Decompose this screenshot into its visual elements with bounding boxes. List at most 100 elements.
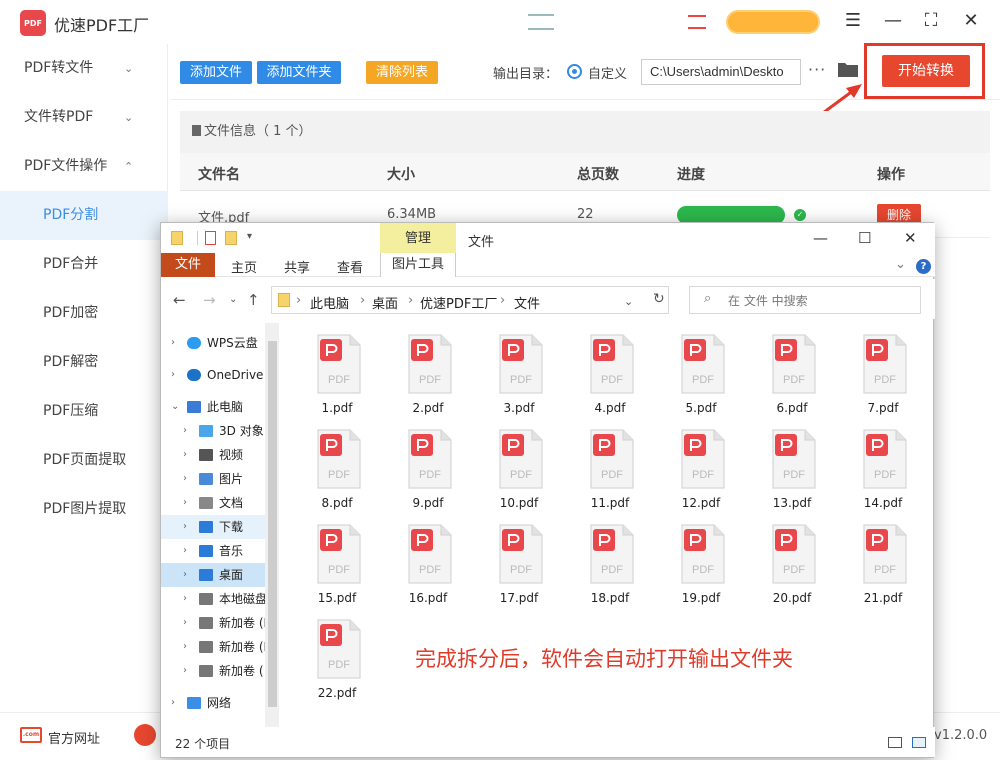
refresh-icon[interactable]: ↻	[653, 291, 665, 307]
website-icon[interactable]: .com	[20, 727, 42, 743]
tree-item[interactable]: ⌄ 此电脑	[161, 395, 277, 419]
file-item[interactable]: PDF 18.pdf	[570, 517, 650, 609]
minimize-icon[interactable]: —	[882, 10, 904, 32]
search-input[interactable]: ⌕ 在 文件 中搜索	[689, 286, 921, 314]
chevron-right-icon[interactable]: ›	[183, 491, 187, 515]
sidebar-item-pdf-merge[interactable]: PDF合并	[0, 240, 168, 289]
tab-view[interactable]: 查看	[337, 257, 363, 276]
file-item[interactable]: PDF 19.pdf	[661, 517, 741, 609]
start-convert-button[interactable]: 开始转换	[882, 55, 970, 87]
chevron-right-icon[interactable]: ›	[171, 363, 175, 387]
tree-item[interactable]: › OneDrive	[161, 363, 277, 387]
breadcrumb-item[interactable]: 优速PDF工厂	[420, 293, 497, 312]
add-file-button[interactable]: 添加文件	[180, 61, 252, 84]
file-item[interactable]: PDF 21.pdf	[843, 517, 923, 609]
file-item[interactable]: PDF 5.pdf	[661, 327, 741, 419]
tab-file[interactable]: 文件	[161, 253, 215, 277]
sidebar-item-pdf-operations[interactable]: PDF文件操作 ⌃	[0, 142, 168, 191]
sidebar-item-pdf-encrypt[interactable]: PDF加密	[0, 289, 168, 338]
tab-share[interactable]: 共享	[284, 257, 310, 276]
file-item[interactable]: PDF 12.pdf	[661, 422, 741, 514]
chevron-right-icon[interactable]: ›	[183, 515, 187, 539]
maximize-icon[interactable]: ⛶	[920, 10, 942, 32]
back-arrow-icon[interactable]: ←	[173, 291, 186, 309]
file-item[interactable]: PDF 11.pdf	[570, 422, 650, 514]
chevron-right-icon[interactable]: ›	[183, 443, 187, 467]
sidebar-item-pdf-image-extract[interactable]: PDF图片提取	[0, 485, 168, 534]
add-folder-button[interactable]: 添加文件夹	[257, 61, 341, 84]
support-icon[interactable]	[134, 724, 156, 746]
forward-arrow-icon[interactable]: →	[203, 291, 216, 309]
maximize-icon[interactable]: ☐	[858, 229, 871, 247]
help-icon[interactable]: ?	[916, 259, 931, 274]
chevron-right-icon[interactable]: ›	[171, 691, 175, 715]
tree-item[interactable]: › 下载	[161, 515, 277, 539]
file-item[interactable]: PDF 9.pdf	[388, 422, 468, 514]
chevron-right-icon[interactable]: ›	[171, 331, 175, 355]
tree-item[interactable]: › 图片	[161, 467, 277, 491]
expand-ribbon-icon[interactable]: ⌄	[895, 257, 906, 272]
chevron-right-icon[interactable]: ›	[183, 587, 187, 611]
sidebar-item-pdf-to-file[interactable]: PDF转文件 ⌄	[0, 44, 168, 93]
sidebar-item-pdf-decrypt[interactable]: PDF解密	[0, 338, 168, 387]
sidebar-item-pdf-page-extract[interactable]: PDF页面提取	[0, 436, 168, 485]
sidebar-item-pdf-compress[interactable]: PDF压缩	[0, 387, 168, 436]
hamburger-menu-icon[interactable]: ☰	[842, 10, 864, 32]
tree-item[interactable]: › WPS云盘	[161, 331, 277, 355]
tree-item[interactable]: › 桌面	[161, 563, 277, 587]
tree-item[interactable]: › 3D 对象	[161, 419, 277, 443]
file-item[interactable]: PDF 10.pdf	[479, 422, 559, 514]
chevron-right-icon[interactable]: ›	[183, 539, 187, 563]
breadcrumb-item[interactable]: 文件	[514, 293, 540, 312]
official-site-link[interactable]: 官方网址	[48, 728, 100, 747]
chevron-down-icon[interactable]: ⌄	[171, 395, 179, 419]
tab-picture-tools[interactable]: 图片工具	[380, 253, 456, 277]
custom-radio[interactable]	[567, 64, 582, 79]
sidebar-item-file-to-pdf[interactable]: 文件转PDF ⌄	[0, 93, 168, 142]
file-item[interactable]: PDF 3.pdf	[479, 327, 559, 419]
close-icon[interactable]: ✕	[960, 10, 982, 32]
new-folder-icon[interactable]	[225, 231, 237, 245]
tree-item[interactable]: › 音乐	[161, 539, 277, 563]
file-item[interactable]: PDF 14.pdf	[843, 422, 923, 514]
file-item[interactable]: PDF 7.pdf	[843, 327, 923, 419]
minimize-icon[interactable]: —	[813, 229, 828, 247]
customize-arrow-icon[interactable]: ▾	[247, 231, 252, 242]
menu-icon[interactable]	[528, 14, 554, 30]
chevron-right-icon[interactable]: ›	[183, 419, 187, 443]
file-item[interactable]: PDF 4.pdf	[570, 327, 650, 419]
folder-icon[interactable]	[171, 231, 183, 245]
file-item[interactable]: PDF 1.pdf	[297, 327, 377, 419]
tree-item[interactable]: › 新加卷 (I	[161, 611, 277, 635]
file-item[interactable]: PDF 17.pdf	[479, 517, 559, 609]
tree-item[interactable]: › 视频	[161, 443, 277, 467]
tree-scrollbar-thumb[interactable]	[268, 341, 277, 707]
file-item[interactable]: PDF 22.pdf	[297, 612, 377, 704]
file-item[interactable]: PDF 6.pdf	[752, 327, 832, 419]
clear-list-button[interactable]: 清除列表	[366, 61, 438, 84]
recent-chevron-icon[interactable]: ⌄	[229, 294, 237, 305]
tree-item[interactable]: › 网络	[161, 691, 277, 715]
address-dropdown-icon[interactable]: ⌄	[624, 295, 633, 308]
tab-home[interactable]: 主页	[231, 257, 257, 276]
tree-item[interactable]: › 文档	[161, 491, 277, 515]
file-item[interactable]: PDF 20.pdf	[752, 517, 832, 609]
manage-tab[interactable]: 管理	[380, 223, 456, 253]
file-item[interactable]: PDF 8.pdf	[297, 422, 377, 514]
tree-item[interactable]: › 新加卷 (	[161, 659, 277, 683]
notice-icon[interactable]	[688, 15, 706, 29]
tree-item[interactable]: › 本地磁盘	[161, 587, 277, 611]
properties-icon[interactable]	[205, 231, 216, 245]
member-button[interactable]	[726, 10, 820, 34]
more-icon[interactable]: ···	[808, 60, 826, 79]
tree-item[interactable]: › 新加卷 (I	[161, 635, 277, 659]
file-item[interactable]: PDF 13.pdf	[752, 422, 832, 514]
chevron-right-icon[interactable]: ›	[183, 611, 187, 635]
file-item[interactable]: PDF 15.pdf	[297, 517, 377, 609]
breadcrumb-item[interactable]: 此电脑	[310, 293, 349, 312]
up-arrow-icon[interactable]: ↑	[247, 291, 260, 309]
close-icon[interactable]: ✕	[904, 229, 917, 247]
folder-icon[interactable]	[837, 60, 859, 78]
chevron-right-icon[interactable]: ›	[183, 467, 187, 491]
chevron-right-icon[interactable]: ›	[183, 563, 187, 587]
